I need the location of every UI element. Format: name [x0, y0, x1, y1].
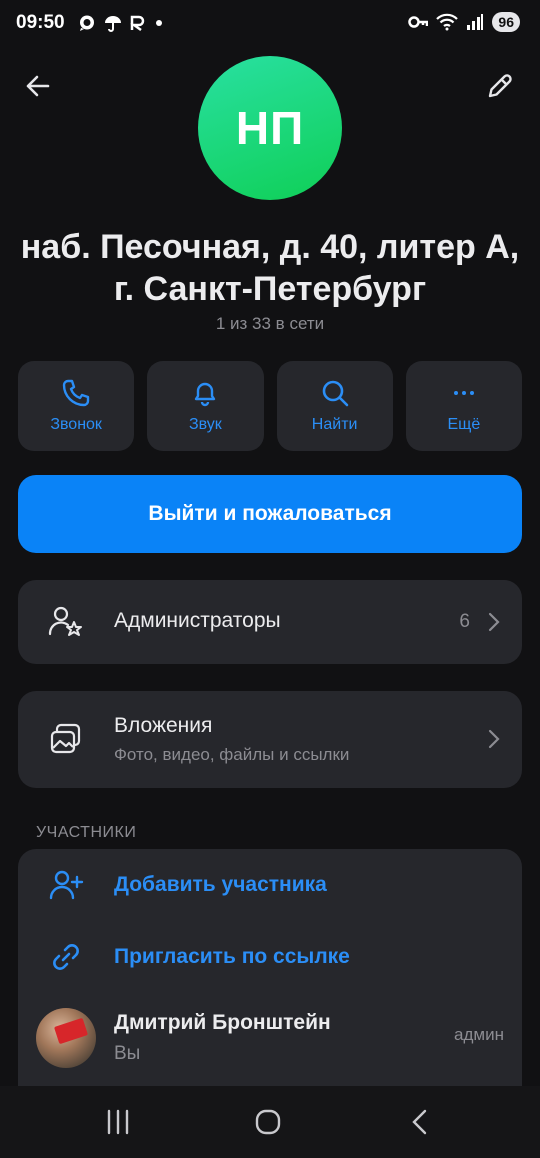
gallery-icon — [50, 723, 81, 754]
leave-and-report-label: Выйти и пожаловаться — [148, 502, 392, 525]
search-button[interactable]: Найти — [276, 361, 393, 451]
r-icon — [130, 15, 145, 32]
wifi-icon — [436, 13, 459, 31]
home-icon — [255, 1109, 281, 1135]
chat-title: наб. Песочная, д. 40, литер А, г. Санкт-… — [20, 228, 520, 308]
call-button[interactable]: Звонок — [18, 361, 135, 451]
more-button[interactable]: Ещё — [405, 361, 522, 451]
more-icon — [453, 391, 474, 395]
invite-link-label: Пригласить по ссылке — [114, 945, 350, 968]
add-user-icon — [49, 870, 84, 900]
member-name: Дмитрий Бронштейн — [114, 1011, 331, 1034]
edit-button[interactable] — [480, 66, 520, 106]
search-icon — [322, 380, 348, 407]
member-role: админ — [454, 1025, 504, 1044]
sound-button[interactable]: Звук — [147, 361, 264, 451]
battery-level: 96 — [492, 12, 520, 32]
link-icon — [53, 944, 79, 970]
invite-link-row[interactable]: Пригласить по ссылке — [18, 921, 522, 993]
chevron-right-icon — [488, 729, 500, 749]
sound-label: Звук — [188, 416, 222, 433]
signal-icon — [467, 14, 484, 30]
arrow-left-icon — [26, 75, 50, 97]
attachments-row[interactable]: Вложения Фото, видео, файлы и ссылки — [18, 691, 522, 788]
avatar — [36, 1008, 96, 1068]
umbrella-icon — [105, 16, 121, 32]
back-button[interactable] — [18, 66, 58, 106]
status-bar: 09:50 96 — [0, 0, 540, 48]
member-row[interactable]: Дмитрий Бронштейн Вы админ — [18, 993, 522, 1089]
more-label: Ещё — [447, 416, 481, 433]
avatar-initials: НП — [235, 102, 305, 154]
add-member-row[interactable]: Добавить участника — [18, 849, 522, 921]
chat-avatar[interactable]: НП — [198, 56, 342, 200]
administrators-label: Администраторы — [114, 609, 281, 632]
admins-icon — [48, 606, 82, 636]
members-list: Добавить участника Пригласить по ссылке … — [18, 849, 522, 1089]
pencil-icon — [488, 74, 512, 98]
add-member-label: Добавить участника — [114, 873, 327, 896]
member-subtitle: Вы — [114, 1043, 141, 1064]
call-label: Звонок — [50, 416, 102, 433]
dot-icon — [156, 20, 162, 26]
recent-apps-icon — [107, 1109, 129, 1135]
members-section-title: УЧАСТНИКИ — [36, 824, 137, 841]
phone-icon — [62, 379, 90, 407]
home-button[interactable] — [248, 1104, 288, 1140]
attachments-label: Вложения — [114, 714, 213, 737]
recent-apps-button[interactable] — [98, 1104, 138, 1140]
chevron-left-icon — [412, 1109, 427, 1135]
back-nav-button[interactable] — [400, 1104, 440, 1140]
system-nav-bar — [0, 1086, 540, 1158]
administrators-count: 6 — [459, 611, 470, 632]
search-label: Найти — [311, 416, 358, 433]
action-buttons: Звонок Звук Найти Ещё — [18, 361, 522, 451]
administrators-row[interactable]: Администраторы 6 — [18, 580, 522, 664]
leave-and-report-button[interactable]: Выйти и пожаловаться — [18, 475, 522, 553]
bell-icon — [195, 382, 216, 407]
chevron-right-icon — [488, 612, 500, 632]
online-status: 1 из 33 в сети — [215, 314, 325, 333]
chat-bubble-icon — [80, 15, 94, 31]
attachments-sublabel: Фото, видео, файлы и ссылки — [114, 745, 350, 764]
status-time: 09:50 — [16, 12, 65, 33]
key-icon — [408, 16, 429, 28]
